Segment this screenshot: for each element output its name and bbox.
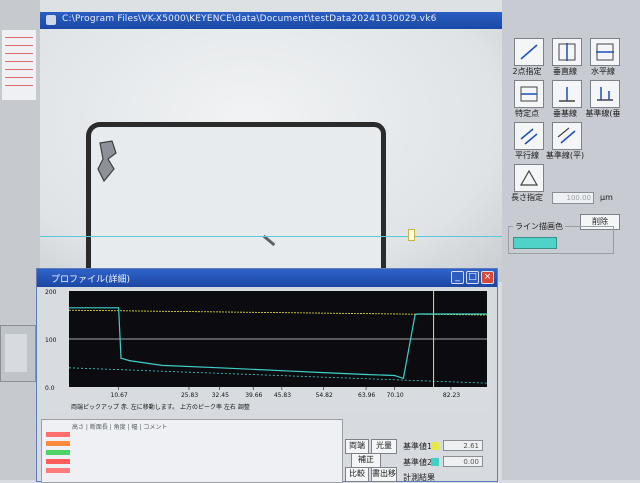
profile-point — [128, 360, 130, 362]
sample-edge — [86, 122, 386, 282]
row-color-3[interactable] — [46, 450, 70, 455]
line-color-group: ライン描画色 — [508, 221, 614, 254]
graph-note: 両端ピックアップ 赤. 左に移動します。 上方のピーク率 左右 調整 — [71, 403, 250, 411]
measure-toolbar: 2点指定 垂直線 水平線 特定点 垂基線 基準線(垂 平行線 基準線(平) 長さ… — [502, 0, 640, 480]
debris-particle — [97, 140, 117, 183]
reference-1-label: 基準値1 — [403, 442, 433, 451]
specific-point-icon[interactable] — [514, 80, 544, 108]
profile-controls: 両端 光量 補正 比較 書出移 基準値1 2.61 基準値2 0.00 計測結果 — [337, 419, 497, 482]
app-icon — [46, 15, 56, 25]
reference-2-value[interactable]: 0.00 — [443, 456, 483, 467]
profile-point — [414, 314, 416, 316]
length-input[interactable]: 100.00 — [552, 192, 594, 204]
reference-1-swatch — [431, 442, 439, 450]
left-thumbnail[interactable] — [0, 325, 36, 382]
y-tick-label: 0.0 — [45, 385, 55, 392]
x-tick-label: 39.66 — [245, 392, 262, 399]
profile-line[interactable] — [40, 236, 502, 237]
line-color-swatch[interactable] — [513, 237, 557, 249]
x-tick-label: 70.10 — [387, 392, 404, 399]
microscope-image[interactable] — [40, 29, 502, 282]
table-header: 高さ | 断面長 | 角度 | 幅 | コメント — [72, 424, 168, 431]
profile-point — [323, 372, 325, 374]
x-tick-label: 25.83 — [181, 392, 198, 399]
tool-reference-parallel[interactable]: 基準線(平) — [546, 122, 584, 164]
row-color-2[interactable] — [46, 441, 70, 446]
x-tick-label: 45.83 — [274, 392, 291, 399]
perpendicular-icon[interactable] — [552, 80, 582, 108]
y-tick-label: 100 — [45, 337, 57, 344]
light-button[interactable]: 光量 — [371, 439, 397, 454]
profile-point — [120, 357, 122, 359]
profile-point — [117, 307, 120, 309]
tool-label: 基準線(垂 — [585, 109, 621, 118]
calc-label: 計測結果 — [403, 473, 435, 482]
row-color-4[interactable] — [46, 459, 70, 464]
reference-2-label: 基準値2 — [403, 458, 433, 467]
tool-length-spec[interactable]: 長さ指定 — [508, 164, 546, 206]
close-icon[interactable]: × — [481, 271, 494, 284]
reference-1-value[interactable]: 2.61 — [443, 440, 483, 451]
tool-two-point[interactable]: 2点指定 — [508, 38, 546, 80]
line-color-label: ライン描画色 — [513, 221, 565, 232]
x-tick-label: 32.45 — [212, 392, 229, 399]
length-unit: μm — [600, 193, 613, 202]
tool-label: 基準線(平) — [545, 151, 585, 160]
profile-point — [450, 313, 452, 315]
x-tick-label: 63.96 — [358, 392, 375, 399]
row-color-1[interactable] — [46, 432, 70, 437]
profile-point — [416, 313, 418, 315]
tool-reference-perp[interactable]: 基準線(垂 — [584, 80, 622, 122]
main-image-window: C:\Program Files\VK-X5000\KEYENCE\data\D… — [40, 0, 502, 282]
main-window-title: C:\Program Files\VK-X5000\KEYENCE\data\D… — [62, 14, 437, 24]
tool-vertical[interactable]: 垂直線 — [546, 38, 584, 80]
reference-parallel-icon[interactable] — [552, 122, 582, 150]
x-tick-label: 10.67 — [111, 392, 128, 399]
profile-window: プロファイル(詳細) _ □ × 200 100 0.0 10.67 25.83 32.… — [36, 268, 498, 483]
profile-chart[interactable]: 200 100 0.0 10.67 25.83 32.45 39.66 45.83 54.82… — [41, 289, 491, 413]
left-app-strip — [0, 0, 40, 480]
profile-point — [393, 374, 396, 377]
tool-grid: 2点指定 垂直線 水平線 特定点 垂基線 基準線(垂 平行線 基準線(平) 長さ… — [508, 30, 622, 330]
length-spec-icon[interactable] — [514, 164, 544, 192]
x-tick-label: 54.82 — [316, 392, 333, 399]
tool-parallel[interactable]: 平行線 — [508, 122, 546, 164]
ends-button[interactable]: 両端 — [345, 439, 369, 454]
horizontal-line-icon[interactable] — [590, 38, 620, 66]
measurement-table[interactable]: 高さ | 断面長 | 角度 | 幅 | コメント — [41, 419, 343, 483]
vertical-line-icon[interactable] — [552, 38, 582, 66]
row-color-5[interactable] — [46, 468, 70, 473]
profile-title-bar[interactable]: プロファイル(詳細) _ □ × — [37, 269, 497, 287]
tool-label: 長さ指定 — [511, 193, 543, 202]
profile-point — [365, 373, 367, 376]
profile-point — [281, 370, 283, 372]
left-list-panel[interactable] — [2, 30, 36, 100]
profile-point — [68, 307, 70, 309]
profile-point — [486, 313, 488, 315]
reference-perp-icon[interactable] — [590, 80, 620, 108]
minimize-icon[interactable]: _ — [451, 271, 464, 284]
line-handle[interactable] — [408, 229, 415, 241]
y-tick-label: 200 — [45, 289, 57, 296]
tool-horizontal[interactable]: 水平線 — [584, 38, 622, 80]
profile-point — [402, 377, 404, 379]
tool-perpendicular[interactable]: 垂基線 — [546, 80, 584, 122]
x-tick-label: 82.23 — [443, 392, 460, 399]
profile-point — [219, 367, 221, 369]
maximize-icon[interactable]: □ — [466, 271, 479, 284]
parallel-line-icon[interactable] — [514, 122, 544, 150]
reference-2-swatch — [431, 458, 439, 466]
tool-label: 水平線 — [591, 67, 615, 76]
correct-button[interactable]: 補正 — [351, 453, 381, 468]
two-point-icon[interactable] — [514, 38, 544, 66]
profile-window-title: プロファイル(詳細) — [51, 275, 131, 285]
main-title-bar[interactable]: C:\Program Files\VK-X5000\KEYENCE\data\D… — [40, 12, 502, 29]
profile-point — [161, 364, 163, 366]
profile-graph[interactable]: 200 100 0.0 10.67 25.83 32.45 39.66 45.83 54.82… — [41, 289, 491, 413]
tool-specific-point[interactable]: 特定点 — [508, 80, 546, 122]
